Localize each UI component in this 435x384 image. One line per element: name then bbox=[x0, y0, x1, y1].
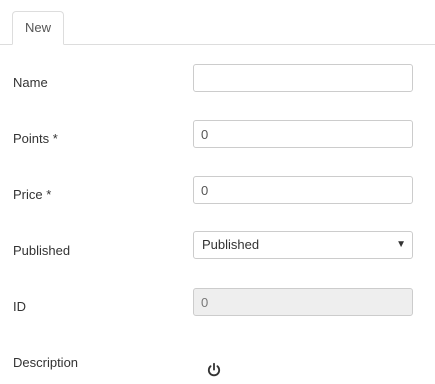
id-label: ID bbox=[13, 299, 26, 314]
points-input[interactable] bbox=[193, 120, 413, 148]
tab-bar: New bbox=[0, 0, 435, 45]
id-field bbox=[193, 288, 413, 316]
price-label: Price * bbox=[13, 187, 52, 202]
published-label: Published bbox=[13, 243, 71, 258]
tab-bar-divider bbox=[0, 44, 435, 45]
name-label: Name bbox=[13, 75, 48, 90]
description-label: Description bbox=[13, 355, 79, 370]
price-input[interactable] bbox=[193, 176, 413, 204]
chevron-down-icon: ▼ bbox=[396, 239, 406, 250]
published-select[interactable]: Published ▼ bbox=[193, 231, 413, 259]
power-icon[interactable] bbox=[206, 362, 222, 378]
tab-new[interactable]: New bbox=[12, 11, 64, 45]
points-label: Points * bbox=[13, 131, 58, 146]
name-input[interactable] bbox=[193, 64, 413, 92]
published-select-value: Published bbox=[202, 237, 260, 252]
